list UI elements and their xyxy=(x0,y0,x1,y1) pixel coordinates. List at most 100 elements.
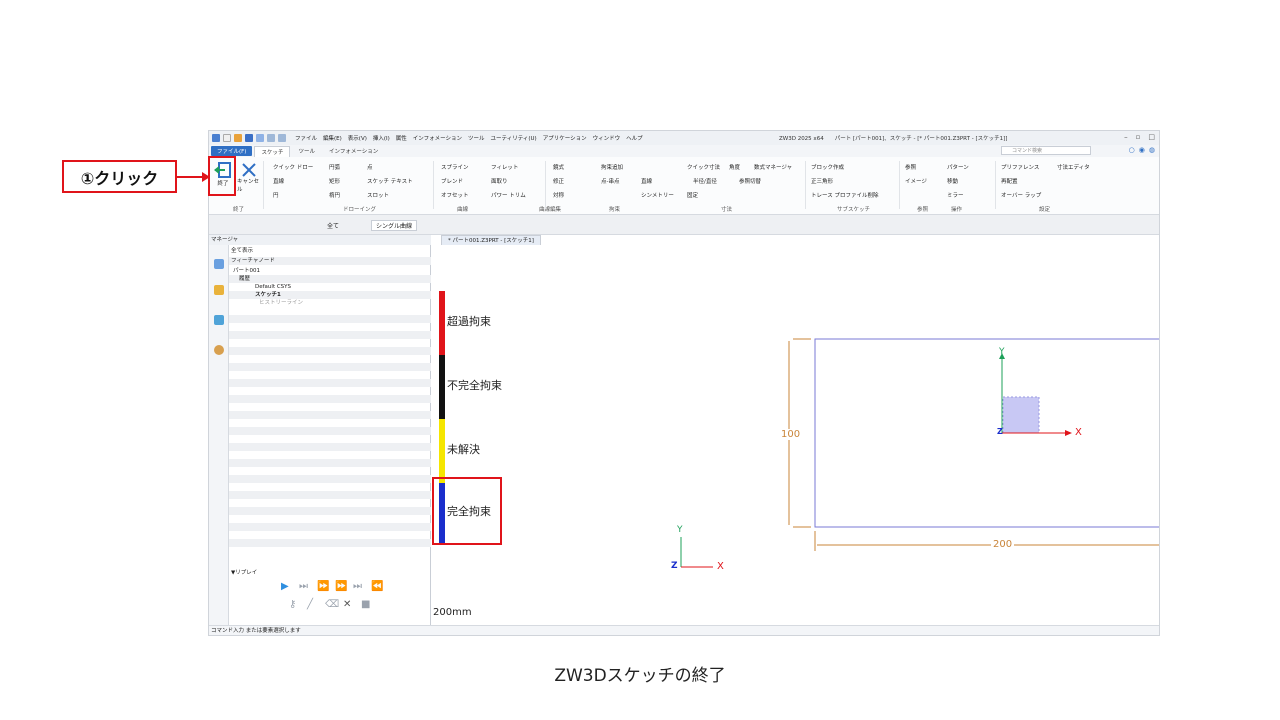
menu-window[interactable]: ウィンドウ xyxy=(593,134,621,142)
print-icon[interactable] xyxy=(256,134,264,142)
fillet-tool[interactable]: フィレット xyxy=(491,163,518,171)
move-tool[interactable]: 移動 xyxy=(947,177,958,185)
arc-tool[interactable]: 円弧 xyxy=(329,163,340,171)
help-icon[interactable]: ◉ xyxy=(1139,146,1145,154)
dim-width-value[interactable]: 200 xyxy=(991,539,1015,550)
spline-tool[interactable]: スプライン xyxy=(441,163,469,171)
mirror-tool[interactable]: ミラー xyxy=(947,191,964,199)
image-tool[interactable]: イメージ xyxy=(905,177,927,185)
selection-filter-dropdown[interactable]: シングル曲線 xyxy=(371,220,418,231)
save-icon[interactable] xyxy=(245,134,253,142)
sketch-rectangle[interactable] xyxy=(814,338,1160,528)
tab-tools[interactable]: ツール xyxy=(292,146,321,156)
menu-attribute[interactable]: 属性 xyxy=(396,134,407,142)
point-tool[interactable]: 点 xyxy=(367,163,373,171)
open-file-icon[interactable] xyxy=(234,134,242,142)
block-create-tool[interactable]: ブロック作成 xyxy=(811,163,844,171)
new-file-icon[interactable] xyxy=(223,134,231,142)
menu-application[interactable]: アプリケーション xyxy=(543,134,587,142)
step-forward-icon[interactable]: ⏩ xyxy=(317,581,329,592)
straight-constraint-tool[interactable]: 直線 xyxy=(641,177,652,185)
tree-empty-row xyxy=(229,523,431,531)
close-window-icon[interactable]: □ xyxy=(1148,133,1155,141)
user-tab-icon[interactable] xyxy=(214,345,224,355)
tree-node-historyline[interactable]: ヒストリーライン xyxy=(229,299,431,307)
preference-tool[interactable]: プリファレンス xyxy=(1001,163,1039,171)
menu-insert[interactable]: 挿入(I) xyxy=(373,134,390,142)
tab-sketch[interactable]: スケッチ xyxy=(254,145,291,157)
callout-label: ①クリック xyxy=(80,168,159,188)
display-filter[interactable]: 全て表示 xyxy=(229,247,431,255)
fix-tool[interactable]: 固定 xyxy=(687,191,698,199)
chamfer-tool[interactable]: 面取り xyxy=(491,177,508,185)
menu-information[interactable]: インフォメーション xyxy=(413,134,462,142)
tab-information[interactable]: インフォメーション xyxy=(323,146,384,156)
slot-tool[interactable]: スロット xyxy=(367,191,389,199)
cancel-button[interactable]: キャンセル xyxy=(237,161,261,193)
dim-height-value[interactable]: 100 xyxy=(779,429,803,440)
relocate-tool[interactable]: 再配置 xyxy=(1001,177,1018,185)
menu-help[interactable]: ヘルプ xyxy=(626,134,643,142)
step-end-icon[interactable]: ⏭ xyxy=(299,581,308,592)
menu-utility[interactable]: ユーティリティ(U) xyxy=(491,134,537,142)
symmetry-tool[interactable]: シンメトリー xyxy=(641,191,674,199)
sketch-viewport[interactable]: * パート001.Z3PRT - [スケッチ1] 超過拘束 不完全拘束 未解決 … xyxy=(431,235,1160,621)
replay-section[interactable]: ▼リプレイ xyxy=(229,569,431,577)
add-constraint-tool[interactable]: 拘束追加 xyxy=(601,163,623,171)
sketch-text-tool[interactable]: スケッチ テキスト xyxy=(367,177,413,185)
menu-file[interactable]: ファイル xyxy=(295,134,317,142)
search-icon[interactable]: ○ xyxy=(1129,146,1135,154)
power-trim-tool[interactable]: パワー トリム xyxy=(491,191,526,199)
triangle-tool[interactable]: 正三角形 xyxy=(811,177,833,185)
quick-dimension-tool[interactable]: クイック寸法 xyxy=(687,163,720,171)
rewind-icon[interactable]: ⏪ xyxy=(371,581,383,592)
circle-tool[interactable]: 円 xyxy=(273,191,279,199)
pattern-tool[interactable]: パターン xyxy=(947,163,969,171)
formula-tool[interactable]: 鏡式 xyxy=(553,163,564,171)
corner-axis-x-label: X xyxy=(717,561,724,572)
offset-tool[interactable]: オフセット xyxy=(441,191,469,199)
reference-switch-tool[interactable]: 参照切替 xyxy=(739,177,761,185)
command-search-input[interactable]: コマンド検索 xyxy=(1001,146,1091,155)
history-tab-icon[interactable] xyxy=(214,259,224,269)
tree-node-history[interactable]: 履歴 xyxy=(229,275,431,283)
blend-tool[interactable]: ブレンド xyxy=(441,177,463,185)
menu-view[interactable]: 表示(V) xyxy=(348,134,367,142)
filter-all-label[interactable]: 全て xyxy=(327,221,339,230)
forward-end-icon[interactable]: ⏭ xyxy=(353,581,362,592)
ellipse-tool[interactable]: 楕円 xyxy=(329,191,340,199)
menu-edit[interactable]: 編集(E) xyxy=(323,134,342,142)
line-tool[interactable]: 直線 xyxy=(273,177,284,185)
delete-icon[interactable]: ✕ xyxy=(343,599,351,610)
menu-tools[interactable]: ツール xyxy=(468,134,485,142)
formula-manager-tool[interactable]: 数式マネージャ xyxy=(754,163,792,171)
key-icon[interactable]: ⚷ xyxy=(289,599,296,610)
dimension-editor-tool[interactable]: 寸法エディタ xyxy=(1057,163,1090,171)
quick-draw-tool[interactable]: クイック ドロー xyxy=(273,163,313,171)
tab-file[interactable]: ファイル(F) xyxy=(211,146,253,156)
radius-diameter-tool[interactable]: 半径/直径 xyxy=(693,177,717,185)
redo-icon[interactable] xyxy=(278,134,286,142)
symmetric-tool[interactable]: 対称 xyxy=(553,191,564,199)
stop-icon[interactable]: ■ xyxy=(361,599,370,610)
restore-icon[interactable]: ▫ xyxy=(1136,133,1141,141)
point-midpoint-tool[interactable]: 点-串点 xyxy=(601,177,620,185)
fast-forward-icon[interactable]: ⏩ xyxy=(335,581,347,592)
minimize-icon[interactable]: – xyxy=(1124,133,1128,141)
settings-icon[interactable]: ◍ xyxy=(1149,146,1155,154)
reference-tool[interactable]: 参照 xyxy=(905,163,916,171)
rectangle-tool[interactable]: 矩形 xyxy=(329,177,340,185)
angle-dim-tool[interactable]: 角度 xyxy=(729,163,740,171)
overlap-tool[interactable]: オーバー ラップ xyxy=(1001,191,1041,199)
tree-node-sketch[interactable]: スケッチ1 xyxy=(229,291,431,299)
edit-icon[interactable]: ╱ xyxy=(307,599,313,610)
modify-tool[interactable]: 修正 xyxy=(553,177,564,185)
tree-node-part[interactable]: パート001 xyxy=(229,267,431,275)
assembly-tab-icon[interactable] xyxy=(214,285,224,295)
trace-profile-tool[interactable]: トレース プロファイル削除 xyxy=(811,191,878,199)
tree-node-csys[interactable]: Default CSYS xyxy=(229,283,431,291)
erase-icon[interactable]: ⌫ xyxy=(325,599,339,610)
play-icon[interactable]: ▶ xyxy=(281,581,289,592)
view-tab-icon[interactable] xyxy=(214,315,224,325)
undo-icon[interactable] xyxy=(267,134,275,142)
